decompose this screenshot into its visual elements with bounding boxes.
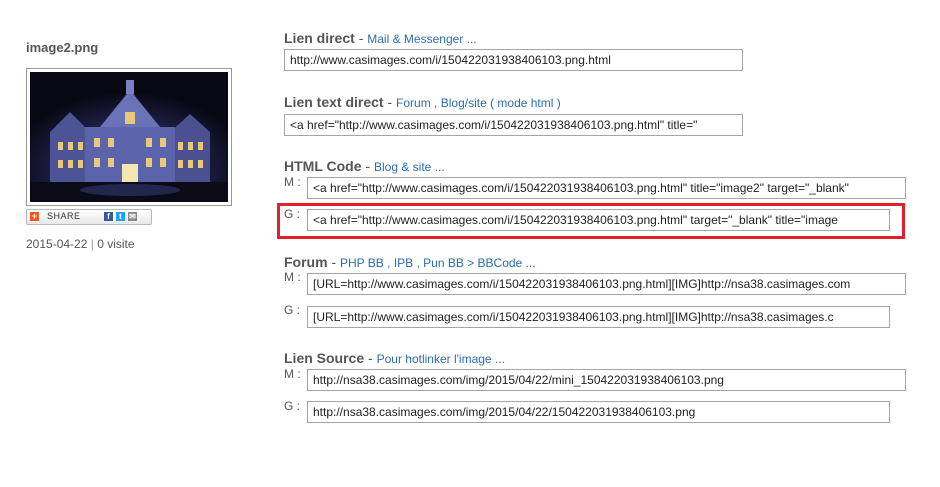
lien-text-direct-subtitle: Forum , Blog/site ( mode html ) xyxy=(396,96,561,110)
section-title-lien-direct: Lien direct - Mail & Messenger ... xyxy=(284,30,477,46)
lien-source-m-field[interactable]: http://nsa38.casimages.com/img/2015/04/2… xyxy=(307,369,906,391)
addthis-plus-icon: + xyxy=(30,211,39,221)
html-code-title: HTML Code xyxy=(284,158,362,174)
lien-direct-title: Lien direct xyxy=(284,30,355,46)
image-meta: 2015-04-22 | 0 visite xyxy=(26,237,135,251)
share-button[interactable]: + SHARE f t ✉ xyxy=(26,209,152,225)
visit-count: 0 visite xyxy=(97,237,135,251)
forum-g-field[interactable]: [URL=http://www.casimages.com/i/15042203… xyxy=(307,306,890,328)
lien-text-direct-field[interactable]: <a href="http://www.casimages.com/i/1504… xyxy=(284,114,743,136)
forum-title: Forum xyxy=(284,254,328,270)
title-dash: - xyxy=(331,254,337,270)
lien-direct-field[interactable]: http://www.casimages.com/i/1504220319384… xyxy=(284,49,743,71)
lien-source-m-label: M : xyxy=(284,367,301,381)
facebook-icon[interactable]: f xyxy=(104,212,113,221)
lien-direct-subtitle: Mail & Messenger ... xyxy=(367,32,477,46)
highlight-box xyxy=(277,203,905,239)
forum-m-field[interactable]: [URL=http://www.casimages.com/i/15042203… xyxy=(307,273,906,295)
forum-subtitle: PHP BB , IPB , Pun BB > BBCode ... xyxy=(340,256,536,270)
section-title-html-code: HTML Code - Blog & site ... xyxy=(284,158,445,174)
image-thumbnail-frame[interactable] xyxy=(26,68,232,206)
section-title-forum: Forum - PHP BB , IPB , Pun BB > BBCode .… xyxy=(284,254,536,270)
title-dash: - xyxy=(365,158,371,174)
building-night-photo xyxy=(30,72,228,202)
section-title-lien-source: Lien Source - Pour hotlinker l'image ... xyxy=(284,350,505,366)
html-code-m-label: M : xyxy=(284,175,301,189)
title-dash: - xyxy=(358,30,364,46)
html-code-subtitle: Blog & site ... xyxy=(373,160,445,174)
twitter-icon[interactable]: t xyxy=(116,212,125,221)
lien-source-subtitle: Pour hotlinker l'image ... xyxy=(376,352,505,366)
image-filename: image2.png xyxy=(26,40,99,55)
share-label: SHARE xyxy=(47,211,81,221)
html-code-m-field[interactable]: <a href="http://www.casimages.com/i/1504… xyxy=(307,177,906,199)
section-title-lien-text-direct: Lien text direct - Forum , Blog/site ( m… xyxy=(284,94,561,110)
meta-separator: | xyxy=(90,237,94,251)
forum-g-label: G : xyxy=(284,303,301,317)
forum-m-label: M : xyxy=(284,270,301,284)
lien-source-title: Lien Source xyxy=(284,350,365,366)
image-thumbnail[interactable] xyxy=(30,72,228,202)
title-dash: - xyxy=(387,94,393,110)
lien-source-g-label: G : xyxy=(284,399,301,413)
title-dash: - xyxy=(368,350,373,366)
lien-text-direct-title: Lien text direct xyxy=(284,94,384,110)
email-icon[interactable]: ✉ xyxy=(128,212,137,221)
upload-date: 2015-04-22 xyxy=(26,237,88,251)
lien-source-g-field[interactable]: http://nsa38.casimages.com/img/2015/04/2… xyxy=(307,401,890,423)
